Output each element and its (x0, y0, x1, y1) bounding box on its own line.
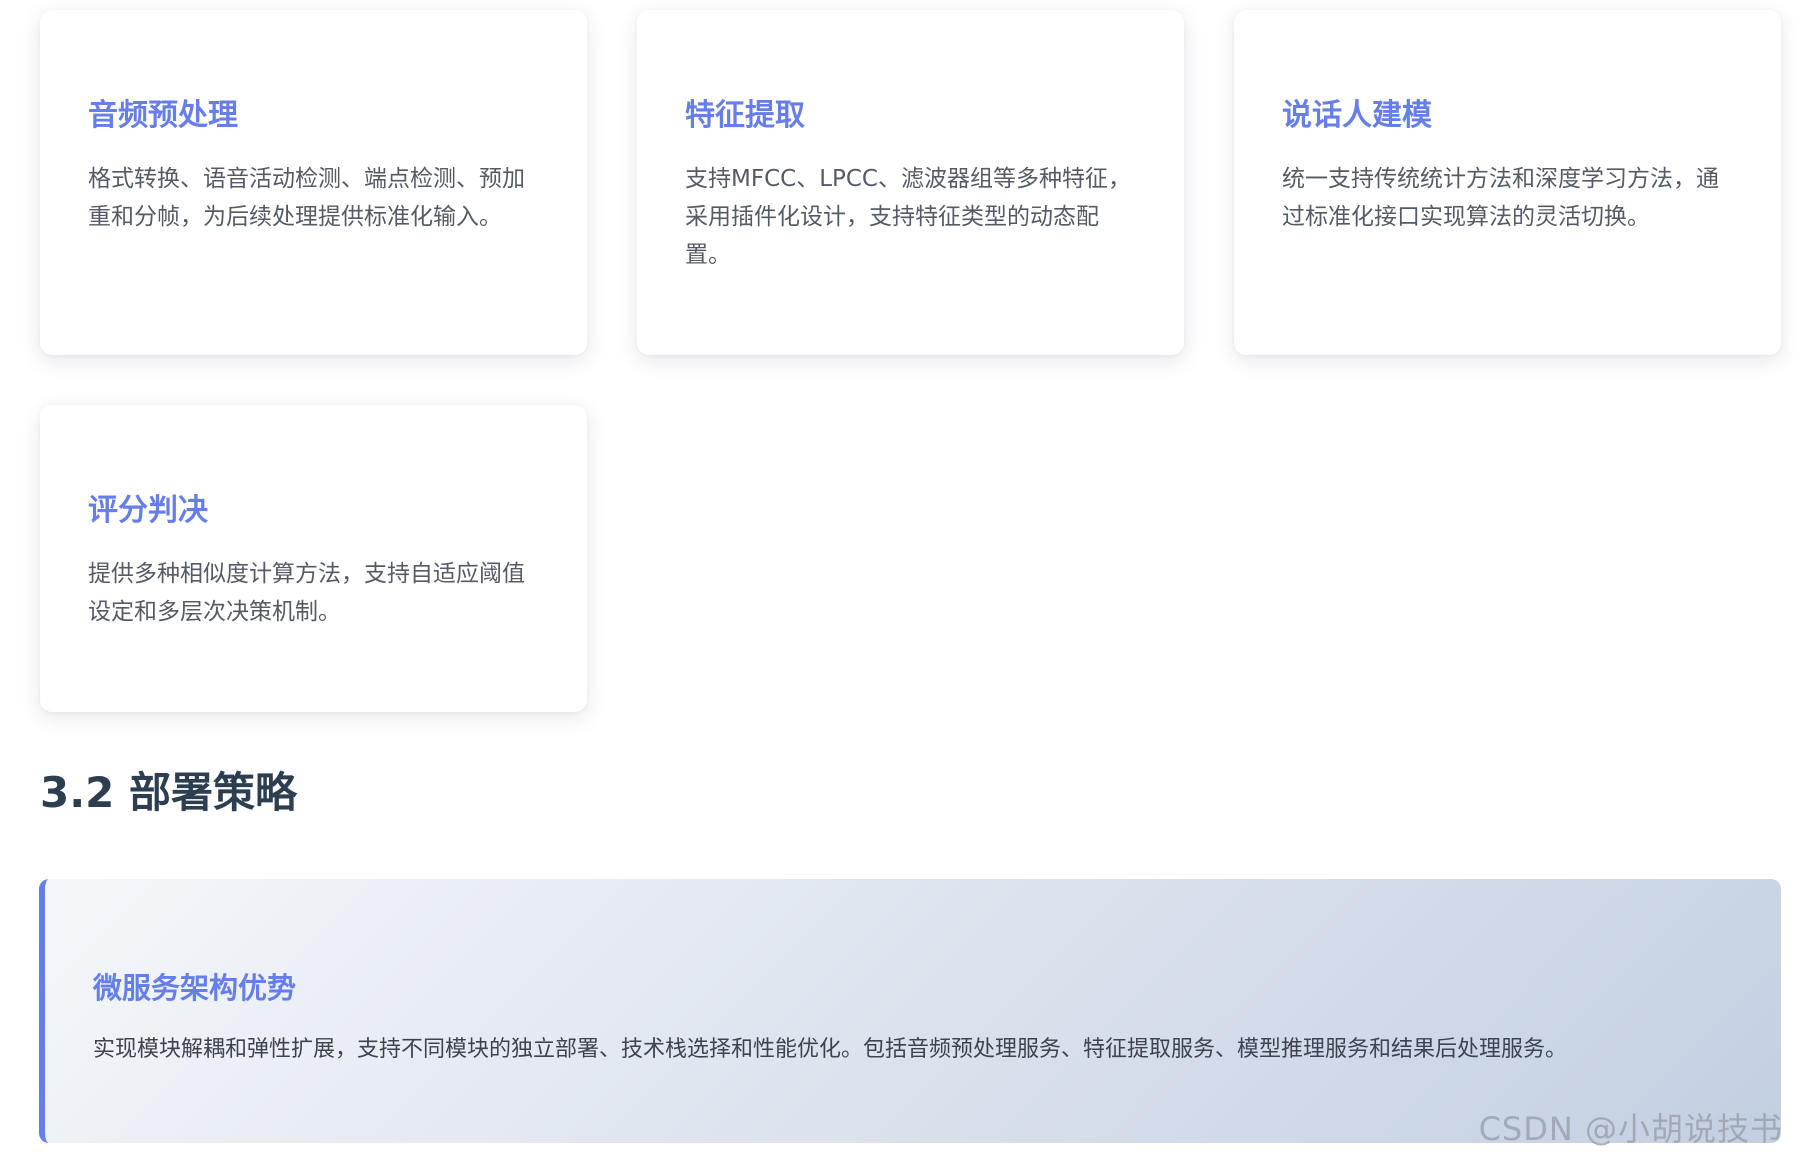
section-heading: 3.2 部署策略 (40, 768, 298, 817)
highlight-description: 实现模块解耦和弹性扩展，支持不同模块的独立部署、技术栈选择和性能优化。包括音频预… (93, 1036, 1568, 1062)
feature-card-speaker-modeling: 说话人建模 统一支持传统统计方法和深度学习方法，通过标准化接口实现算法的灵活切换… (1234, 10, 1781, 355)
card-description: 提供多种相似度计算方法，支持自适应阈值设定和多层次决策机制。 (88, 561, 525, 625)
highlight-title: 微服务架构优势 (93, 971, 297, 1005)
feature-card-audio-preprocessing: 音频预处理 格式转换、语音活动检测、端点检测、预加重和分帧，为后续处理提供标准化… (40, 10, 587, 355)
card-description: 格式转换、语音活动检测、端点检测、预加重和分帧，为后续处理提供标准化输入。 (88, 166, 525, 230)
card-description: 统一支持传统统计方法和深度学习方法，通过标准化接口实现算法的灵活切换。 (1282, 166, 1719, 230)
highlight-box-microservice: 微服务架构优势 实现模块解耦和弹性扩展，支持不同模块的独立部署、技术栈选择和性能… (39, 879, 1781, 1143)
card-description: 支持MFCC、LPCC、滤波器组等多种特征，采用插件化设计，支持特征类型的动态配… (685, 166, 1131, 268)
card-title: 说话人建模 (1282, 98, 1432, 133)
watermark: CSDN @小胡说技书 (1478, 1110, 1783, 1148)
card-title: 特征提取 (685, 98, 805, 133)
feature-card-feature-extraction: 特征提取 支持MFCC、LPCC、滤波器组等多种特征，采用插件化设计，支持特征类… (637, 10, 1184, 355)
feature-card-scoring-decision: 评分判决 提供多种相似度计算方法，支持自适应阈值设定和多层次决策机制。 (40, 405, 587, 712)
card-title: 评分判决 (88, 493, 208, 528)
card-title: 音频预处理 (88, 98, 238, 133)
